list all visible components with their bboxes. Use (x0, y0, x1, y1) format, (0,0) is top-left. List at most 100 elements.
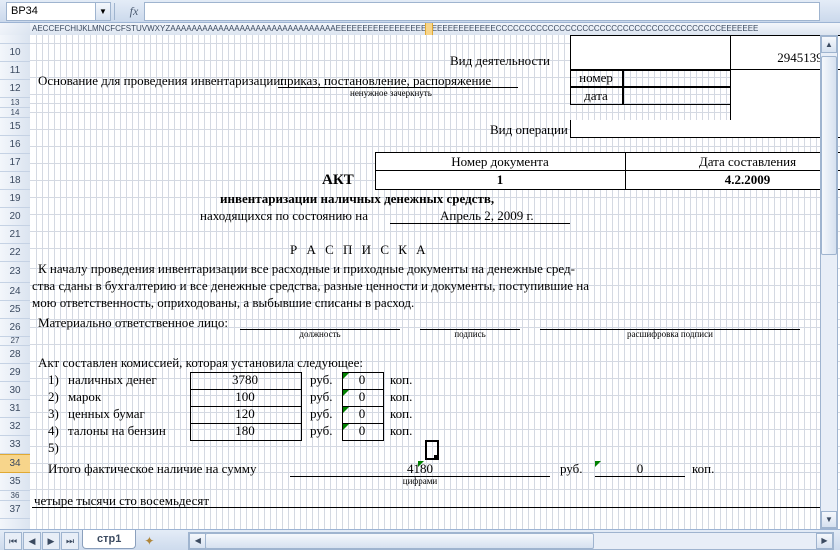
item-rub[interactable]: 3780 (190, 372, 300, 388)
row-header[interactable]: 24 (0, 283, 30, 301)
chevron-down-icon: ▼ (99, 7, 107, 16)
error-indicator-icon (595, 461, 601, 467)
vertical-scrollbar[interactable]: ▲ ▼ (820, 35, 838, 529)
item-number: 5) (48, 440, 59, 456)
name-box-dropdown[interactable]: ▼ (96, 2, 111, 21)
item-rub[interactable]: 100 (190, 389, 300, 405)
commission-text: Акт составлен комиссией, которая установ… (38, 355, 363, 371)
row-header[interactable]: 12 (0, 80, 30, 98)
tab-prev-button[interactable]: ◀ (23, 532, 41, 550)
row-header[interactable]: 22 (0, 244, 30, 262)
total-kop: 0 (595, 461, 685, 477)
fill-handle[interactable] (434, 455, 439, 460)
digits-label: цифрами (290, 476, 550, 486)
basis-note: ненужное зачеркнуть (350, 88, 432, 98)
basis-label: Основание для проведения инвентаризации: (38, 73, 284, 89)
tab-last-button[interactable]: ⏭ (61, 532, 79, 550)
row-header[interactable]: 17 (0, 154, 30, 172)
row-header[interactable]: 32 (0, 418, 30, 436)
row-header[interactable]: 14 (0, 108, 30, 118)
row-headers[interactable]: 1011121314151617181920212223242526272829… (0, 35, 31, 529)
scroll-left-button[interactable]: ◀ (189, 533, 206, 549)
error-indicator-icon (343, 390, 349, 396)
tab-next-button[interactable]: ▶ (42, 532, 60, 550)
row-header[interactable]: 37 (0, 501, 30, 519)
row-header[interactable]: 16 (0, 136, 30, 154)
row-header[interactable]: 23 (0, 262, 30, 283)
insert-sheet-button[interactable]: ✦ (140, 533, 158, 549)
row-header[interactable]: 31 (0, 400, 30, 418)
row-header[interactable]: 13 (0, 98, 30, 108)
doc-number-header: Номер документа (375, 154, 625, 170)
signature-label: подпись (420, 329, 520, 339)
activity-type-label: Вид деятельности (450, 53, 550, 69)
paragraph-1: К началу проведения инвентаризации все р… (38, 261, 575, 277)
responsible-person-label: Материально ответственное лицо: (38, 315, 228, 331)
item-name: наличных денег (68, 372, 157, 388)
scroll-down-button[interactable]: ▼ (821, 511, 837, 528)
name-box[interactable]: BP34 (6, 2, 96, 21)
total-rub-unit: руб. (560, 461, 583, 477)
row-header[interactable]: 33 (0, 436, 30, 454)
vertical-scroll-thumb[interactable] (821, 56, 837, 255)
tab-nav: ⏮ ◀ ▶ ⏭ (4, 532, 80, 550)
error-indicator-icon (343, 373, 349, 379)
horizontal-scrollbar[interactable]: ◀ ▶ (188, 532, 834, 550)
fx-button[interactable]: fx (124, 3, 144, 20)
row-header[interactable]: 25 (0, 301, 30, 319)
kop-unit: коп. (390, 406, 412, 422)
row-header[interactable]: 19 (0, 190, 30, 208)
row-header[interactable]: 10 (0, 44, 30, 62)
row-header[interactable]: 27 (0, 337, 30, 346)
error-indicator-icon (343, 424, 349, 430)
formula-bar: BP34 ▼ fx (0, 0, 840, 23)
sheet-tab-1[interactable]: стр1 (82, 530, 136, 549)
row-header[interactable]: 11 (0, 62, 30, 80)
akt-title: АКТ (322, 172, 354, 189)
scroll-up-button[interactable]: ▲ (821, 36, 837, 53)
item-name: марок (68, 389, 101, 405)
spreadsheet-grid[interactable]: AECCEFCHIJKLMNCFCFSTUVWXYZAAAAAAAAAAAAAA… (0, 23, 840, 529)
row-header[interactable]: 35 (0, 473, 30, 491)
horizontal-scroll-thumb[interactable] (205, 533, 593, 549)
row-header[interactable]: 20 (0, 208, 30, 226)
row-header[interactable]: 28 (0, 346, 30, 364)
date-label: дата (570, 88, 622, 104)
row-header[interactable]: 26 (0, 319, 30, 337)
rub-unit: руб. (310, 372, 333, 388)
position-label: должность (240, 329, 400, 339)
sheet-content[interactable]: Вид деятельности 2945139 Основание для п… (30, 35, 840, 529)
total-kop-unit: коп. (692, 461, 714, 477)
item-name: ценных бумаг (68, 406, 145, 422)
row-header[interactable] (0, 35, 30, 44)
row-header[interactable]: 34 (0, 454, 30, 473)
row-header[interactable]: 30 (0, 382, 30, 400)
paragraph-2: ства сданы в бухгалтерию и все денежные … (32, 278, 589, 294)
row-header[interactable]: 18 (0, 172, 30, 190)
item-number: 2) (48, 389, 59, 405)
rub-unit: руб. (310, 406, 333, 422)
error-indicator-icon (418, 461, 424, 467)
row-header[interactable]: 29 (0, 364, 30, 382)
number-label: номер (570, 70, 622, 86)
tab-first-button[interactable]: ⏮ (4, 532, 22, 550)
item-rub[interactable]: 120 (190, 406, 300, 422)
kop-unit: коп. (390, 372, 412, 388)
column-headers-text: AECCEFCHIJKLMNCFCFSTUVWXYZAAAAAAAAAAAAAA… (32, 24, 758, 33)
kop-unit: коп. (390, 423, 412, 439)
decrypt-label: расшифровка подписи (540, 329, 800, 339)
row-header[interactable]: 15 (0, 118, 30, 136)
scroll-right-button[interactable]: ▶ (816, 533, 833, 549)
sheet-tab-bar: ⏮ ◀ ▶ ⏭ стр1 ✦ ◀ ▶ (0, 529, 840, 550)
item-rub[interactable]: 180 (190, 423, 300, 439)
item-number: 4) (48, 423, 59, 439)
formula-input[interactable] (144, 2, 820, 21)
row-header[interactable]: 21 (0, 226, 30, 244)
kop-unit: коп. (390, 389, 412, 405)
doc-number-value: 1 (375, 172, 625, 188)
row-header[interactable]: 36 (0, 491, 30, 501)
doc-date-value: 4.2.2009 (625, 172, 840, 188)
total-label: Итого фактическое наличие на сумму (48, 461, 257, 477)
rub-unit: руб. (310, 423, 333, 439)
item-number: 1) (48, 372, 59, 388)
